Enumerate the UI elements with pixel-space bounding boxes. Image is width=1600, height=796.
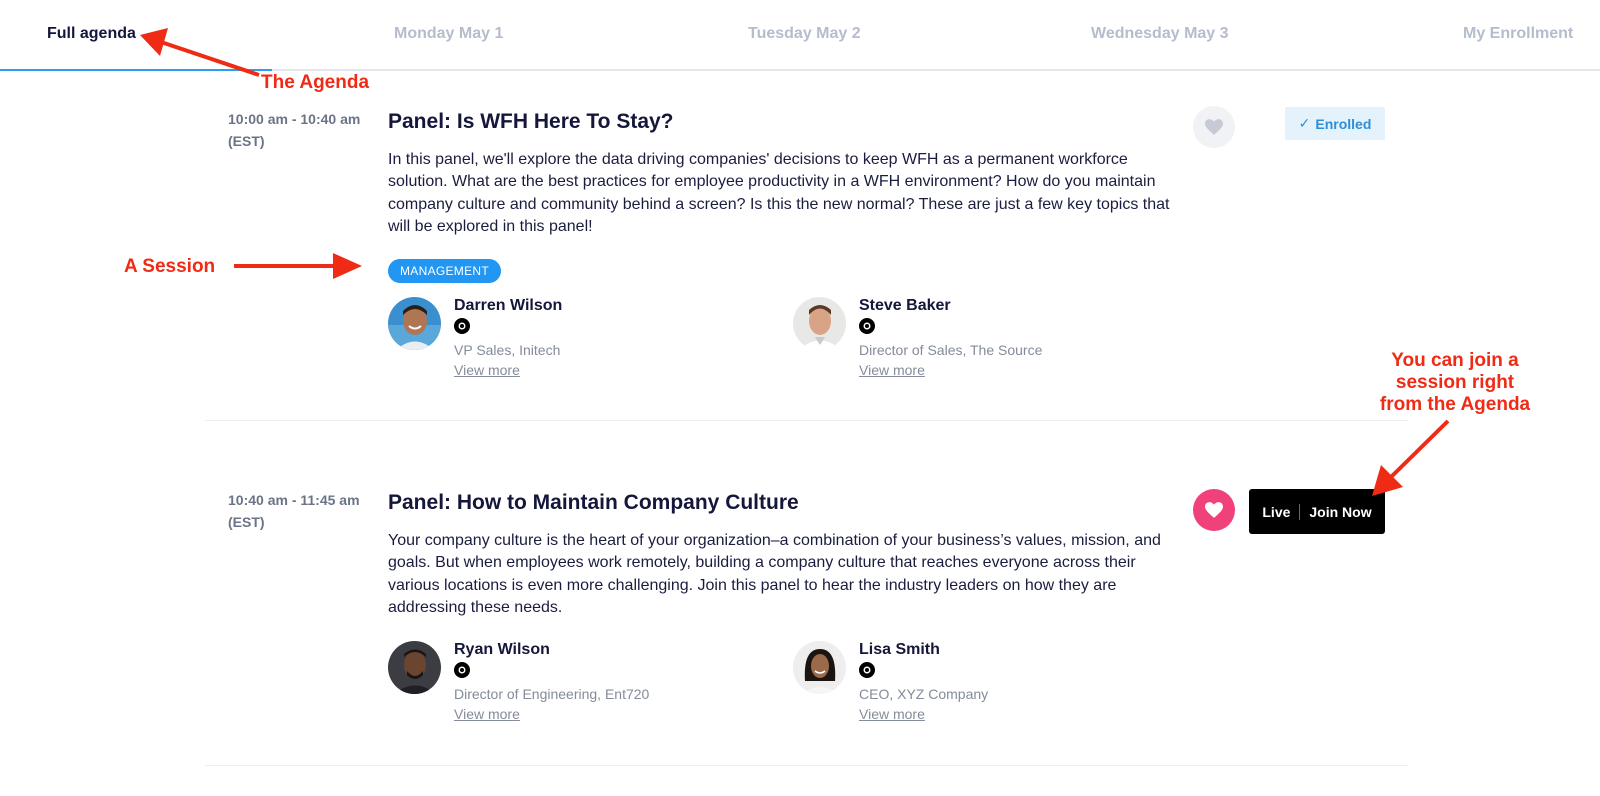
chat-icon[interactable] xyxy=(859,662,875,678)
speaker-name[interactable]: Lisa Smith xyxy=(859,641,940,659)
annotation-join-line: You can join a xyxy=(1391,350,1519,371)
active-tab-indicator xyxy=(0,69,272,71)
annotation-join: You can join a session right from the Ag… xyxy=(1365,350,1545,416)
speaker-name[interactable]: Darren Wilson xyxy=(454,297,562,315)
speaker-role: Director of Engineering, Ent720 xyxy=(454,686,650,702)
check-icon: ✓ xyxy=(1298,115,1311,131)
tab-wednesday[interactable]: Wednesday May 3 xyxy=(1091,25,1229,43)
chat-icon[interactable] xyxy=(454,318,470,334)
chat-icon[interactable] xyxy=(454,662,470,678)
avatar[interactable] xyxy=(388,641,441,694)
annotation-join-line: from the Agenda xyxy=(1379,394,1531,415)
session-timezone: (EST) xyxy=(228,514,265,530)
speaker-card: Ryan Wilson Director of Engineering, Ent… xyxy=(388,641,748,725)
live-label: Live xyxy=(1262,503,1291,520)
enrolled-label: Enrolled xyxy=(1315,115,1372,132)
divider xyxy=(1299,503,1301,520)
view-more-link[interactable]: View more xyxy=(859,706,925,722)
session-time-range: 10:40 am - 11:45 am xyxy=(228,492,360,508)
speaker-card: Steve Baker Director of Sales, The Sourc… xyxy=(793,297,1153,381)
speaker-card: Lisa Smith CEO, XYZ Company View more xyxy=(793,641,1153,725)
agenda-tabs: Full agenda Monday May 1 Tuesday May 2 W… xyxy=(0,0,1600,71)
session-time: 10:00 am - 10:40 am (EST) xyxy=(228,108,368,152)
view-more-link[interactable]: View more xyxy=(859,362,925,378)
session-timezone: (EST) xyxy=(228,133,265,149)
speaker-role: Director of Sales, The Source xyxy=(859,342,1043,358)
speaker-name[interactable]: Ryan Wilson xyxy=(454,641,550,659)
speaker-name[interactable]: Steve Baker xyxy=(859,297,951,315)
favorite-button[interactable] xyxy=(1193,489,1235,531)
annotation-join-line: session right xyxy=(1395,372,1515,393)
heart-icon xyxy=(1205,502,1223,518)
heart-icon xyxy=(1205,119,1223,135)
session-description: In this panel, we'll explore the data dr… xyxy=(388,151,1170,236)
avatar[interactable] xyxy=(388,297,441,350)
chat-icon[interactable] xyxy=(859,318,875,334)
avatar[interactable] xyxy=(793,641,846,694)
enrolled-button[interactable]: ✓ Enrolled xyxy=(1285,107,1385,140)
tab-full-agenda[interactable]: Full agenda xyxy=(47,25,136,43)
session-tag[interactable]: MANAGEMENT xyxy=(388,259,502,283)
view-more-link[interactable]: View more xyxy=(454,706,520,722)
session-description: Your company culture is the heart of you… xyxy=(388,532,1161,617)
speaker-card: Darren Wilson VP Sales, Initech View mor… xyxy=(388,297,748,381)
avatar[interactable] xyxy=(793,297,846,350)
tab-my-enrollment[interactable]: My Enrollment xyxy=(1463,25,1573,43)
session-title[interactable]: Panel: Is WFH Here To Stay? xyxy=(388,110,674,134)
session-title[interactable]: Panel: How to Maintain Company Culture xyxy=(388,491,799,515)
tab-tuesday[interactable]: Tuesday May 2 xyxy=(748,25,861,43)
session-time: 10:40 am - 11:45 am (EST) xyxy=(228,489,368,533)
annotation-agenda: The Agenda xyxy=(261,72,370,93)
session-time-range: 10:00 am - 10:40 am xyxy=(228,111,361,127)
speaker-role: CEO, XYZ Company xyxy=(859,686,989,702)
tab-monday[interactable]: Monday May 1 xyxy=(394,25,503,43)
annotation-session: A Session xyxy=(124,256,216,277)
view-more-link[interactable]: View more xyxy=(454,362,520,378)
speaker-role: VP Sales, Initech xyxy=(454,342,561,358)
join-label: Join Now xyxy=(1309,503,1372,520)
session-card: 10:40 am - 11:45 am (EST) Panel: How to … xyxy=(205,421,1408,766)
join-now-button[interactable]: Live Join Now xyxy=(1249,489,1385,534)
favorite-button[interactable] xyxy=(1193,106,1235,148)
